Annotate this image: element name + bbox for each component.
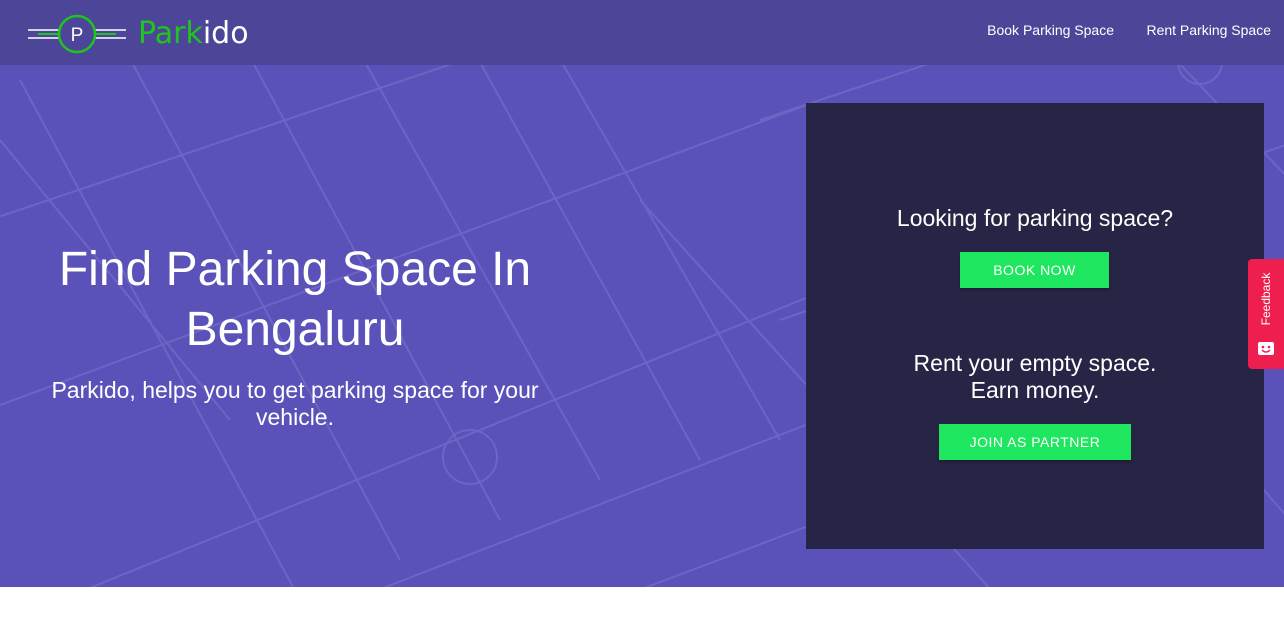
hero-title-line1: Find Parking Space In <box>58 243 532 296</box>
parking-p-logo-icon: P <box>28 14 126 54</box>
brand-logo[interactable]: P Parkido <box>26 12 249 56</box>
looking-for-parking-heading: Looking for parking space? <box>896 205 1174 231</box>
rent-space-line2: Earn money. <box>970 377 1100 403</box>
hero-title: Find Parking Space In Bengaluru <box>20 240 570 360</box>
book-now-button[interactable]: BOOK NOW <box>960 252 1109 288</box>
rent-space-heading: Rent your empty space. Earn money. <box>806 350 1264 404</box>
brand-name: Parkido <box>138 12 249 56</box>
brand-name-part1: Park <box>138 16 203 51</box>
rent-space-line1: Rent your empty space. <box>913 350 1157 376</box>
hero-title-line2: Bengaluru <box>185 303 405 356</box>
nav-rent-parking-space[interactable]: Rent Parking Space <box>1146 22 1271 38</box>
navbar: P Parkido Book Parking Space Rent Parkin… <box>0 0 1284 65</box>
hero-section: P Parkido Book Parking Space Rent Parkin… <box>0 0 1284 587</box>
nav-book-parking-space[interactable]: Book Parking Space <box>987 22 1114 38</box>
smiley-face-icon <box>1258 342 1274 355</box>
feedback-tab[interactable]: Feedback <box>1248 259 1284 369</box>
join-as-partner-button[interactable]: JOIN AS PARTNER <box>939 424 1131 460</box>
feedback-label: Feedback <box>1259 272 1273 326</box>
cta-card: Looking for parking space? BOOK NOW Rent… <box>806 103 1264 549</box>
brand-name-part2: ido <box>202 16 249 51</box>
hero-subtitle: Parkido, helps you to get parking space … <box>51 377 539 430</box>
logo-letter: P <box>71 25 84 46</box>
